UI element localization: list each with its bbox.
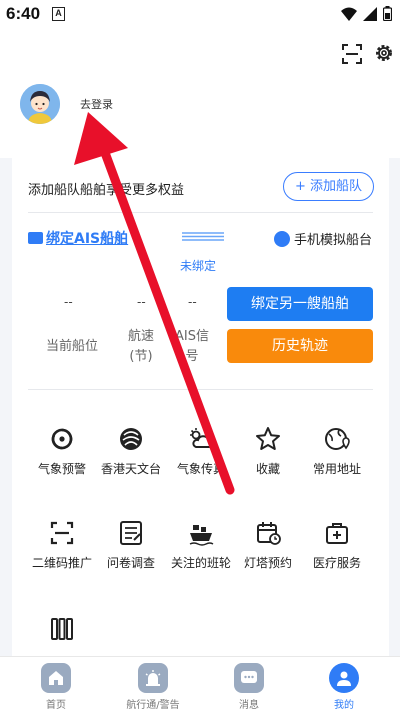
profile-header xyxy=(0,28,400,158)
alert-icon xyxy=(138,663,168,693)
stat-value-speed: -- xyxy=(137,295,146,309)
grid-item-medical-service[interactable]: 医疗服务 xyxy=(301,520,373,571)
grid-item-weather-warning[interactable]: 气象预警 xyxy=(26,426,98,477)
ais-badge-icon xyxy=(28,232,43,244)
home-icon xyxy=(41,663,71,693)
bottom-nav: 首页 航行通/警告 消息 我的 xyxy=(0,656,400,712)
divider xyxy=(28,389,373,390)
grid-item-favorites[interactable]: 收藏 xyxy=(232,426,304,477)
stat-label-ais: AIS信号 xyxy=(175,329,209,364)
bind-another-ship-button[interactable]: 绑定另一艘船舶 xyxy=(227,287,373,321)
globe-pin-icon xyxy=(325,428,350,450)
avatar[interactable] xyxy=(20,84,60,124)
divider xyxy=(28,212,373,213)
nav-profile[interactable]: 我的 xyxy=(304,657,384,711)
connection-lines-icon xyxy=(182,232,224,241)
stat-label-speed: 航速(节) xyxy=(127,329,154,364)
status-bar: 6:40 A xyxy=(0,0,400,28)
signal-icon xyxy=(363,6,377,21)
phone-sim-link[interactable]: 手机模拟船台 xyxy=(274,229,372,248)
star-icon xyxy=(256,427,280,450)
weather-icon xyxy=(190,428,214,448)
ship-icon xyxy=(189,525,214,546)
message-icon xyxy=(234,663,264,693)
grid-item-hk-observatory[interactable]: 香港天文台 xyxy=(95,426,167,477)
nav-messages[interactable]: 消息 xyxy=(209,657,289,711)
profile-icon xyxy=(329,663,359,693)
columns-icon xyxy=(51,618,73,640)
nav-alerts[interactable]: 航行通/警告 xyxy=(113,657,193,711)
add-fleet-button[interactable]: + 添加船队 xyxy=(283,172,374,201)
medical-icon xyxy=(326,523,348,544)
calendar-icon xyxy=(257,522,281,545)
bind-ais-label: 绑定AIS船舶 xyxy=(46,231,129,247)
scan-icon xyxy=(50,521,74,545)
status-icons xyxy=(341,6,392,21)
observatory-icon xyxy=(120,428,142,450)
phone-sim-icon xyxy=(274,230,290,247)
grid-item-lighthouse-booking[interactable]: 灯塔预约 xyxy=(232,520,304,571)
grid-item-more[interactable] xyxy=(26,616,98,642)
typhoon-icon xyxy=(51,428,73,450)
phone-sim-label: 手机模拟船台 xyxy=(294,233,373,248)
survey-icon xyxy=(120,521,142,545)
battery-icon xyxy=(383,6,392,21)
gear-icon[interactable] xyxy=(373,42,395,64)
wifi-icon xyxy=(341,7,357,21)
grid-item-followed-liners[interactable]: 关注的班轮 xyxy=(165,520,237,571)
status-time: 6:40 xyxy=(6,4,41,23)
scan-icon[interactable] xyxy=(342,44,362,64)
nav-home[interactable]: 首页 xyxy=(16,657,96,711)
login-link[interactable]: 去登录 xyxy=(80,96,113,112)
stat-label-position: 当前船位 xyxy=(45,339,98,354)
grid-item-survey[interactable]: 问卷调查 xyxy=(95,520,167,571)
notification-icon: A xyxy=(52,7,65,21)
history-track-button[interactable]: 历史轨迹 xyxy=(227,329,373,363)
grid-item-qr-promo[interactable]: 二维码推广 xyxy=(26,520,98,571)
bind-status: 未绑定 xyxy=(180,259,217,273)
stat-value-ais: -- xyxy=(188,295,197,309)
grid-item-frequent-address[interactable]: 常用地址 xyxy=(301,426,373,477)
fleet-promo-text: 添加船队船舶享受更多权益 xyxy=(28,183,185,198)
bind-ais-link[interactable]: 绑定AIS船舶 xyxy=(28,228,128,248)
stat-value-position: -- xyxy=(64,295,73,309)
grid-item-weather-fax[interactable]: 气象传真 xyxy=(165,426,237,477)
